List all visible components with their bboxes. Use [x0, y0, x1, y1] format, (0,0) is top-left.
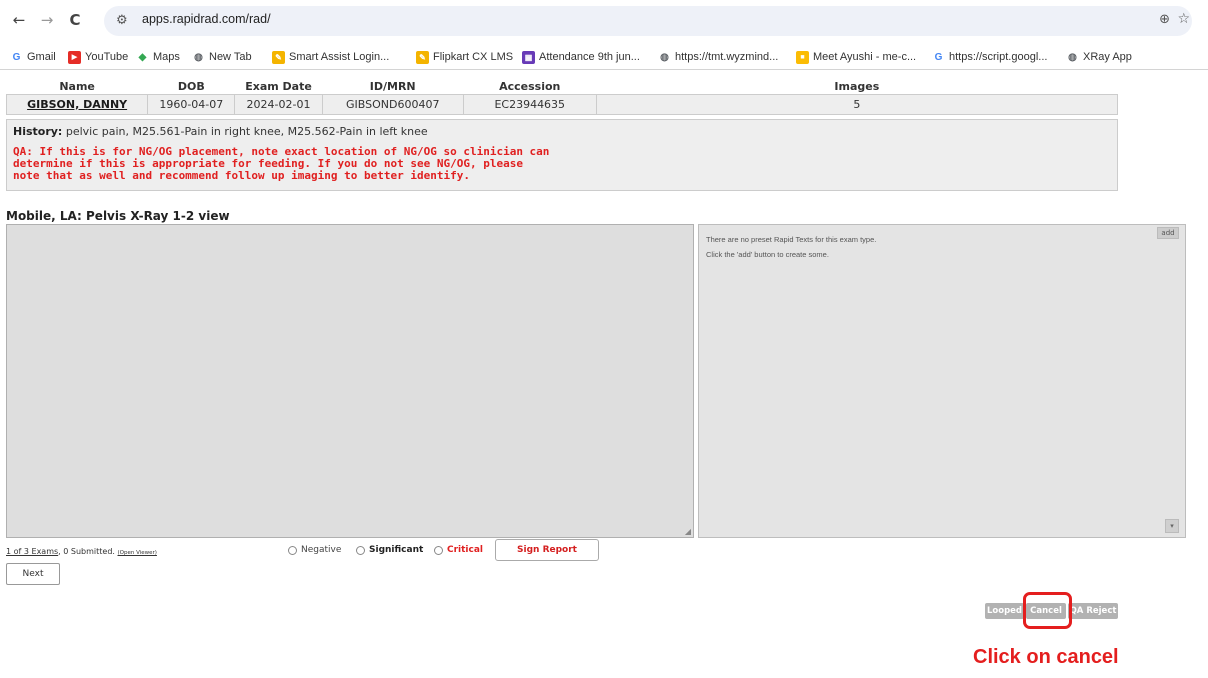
bookmark-label: YouTube — [85, 51, 129, 63]
address-bar[interactable]: ⚙ apps.rapidrad.com/rad/ ⊕ ☆ — [104, 6, 1192, 36]
pencil-icon: ✎ — [272, 50, 285, 64]
history-label: History: — [13, 125, 63, 138]
column-header: Accession — [499, 80, 561, 94]
google-icon: G — [934, 51, 943, 63]
rapid-texts-hint: Click the 'add' button to create some. — [706, 250, 829, 259]
negative-option[interactable]: Negative — [288, 545, 341, 555]
forward-icon[interactable]: → — [36, 9, 58, 31]
bookmark-label: Smart Assist Login... — [289, 51, 390, 63]
bookmark-smart-assist[interactable]: ✎ Smart Assist Login... — [272, 48, 389, 66]
bookmark-label: Gmail — [27, 51, 56, 63]
critical-radio[interactable] — [434, 545, 443, 555]
next-button[interactable]: Next — [6, 563, 60, 585]
bookmark-script[interactable]: Ghttps://script.googl... — [932, 48, 1048, 66]
rapid-texts-message: There are no preset Rapid Texts for this… — [706, 235, 877, 244]
reload-icon[interactable]: C — [64, 9, 86, 31]
column-header: Name — [59, 80, 95, 94]
bookmark-label: XRay App — [1083, 51, 1132, 63]
rapid-texts-panel: There are no preset Rapid Texts for this… — [698, 224, 1186, 538]
back-icon[interactable]: ← — [8, 9, 30, 31]
critical-option[interactable]: Critical — [434, 545, 483, 555]
looped-button[interactable]: Looped — [985, 603, 1024, 619]
exam-date: 2024-02-01 — [234, 93, 323, 115]
globe-icon: ◍ — [1068, 51, 1077, 63]
cancel-highlight-box — [1023, 592, 1072, 629]
significant-radio[interactable] — [356, 545, 365, 555]
bookmark-gmail[interactable]: G Gmail — [10, 48, 56, 66]
bookmark-label: Meet Ayushi - me-c... — [813, 51, 917, 63]
table-header-row: Name DOB Exam Date ID/MRN Accession Imag… — [7, 80, 1118, 94]
history-line: History: pelvic pain, M25.561-Pain in ri… — [13, 124, 1111, 140]
globe-icon: ◍ — [194, 51, 203, 63]
bookmark-youtube[interactable]: ▶ YouTube — [68, 48, 128, 66]
bookmark-label: New Tab — [209, 51, 252, 63]
patient-dob: 1960-04-07 — [147, 93, 236, 115]
bookmark-attendance[interactable]: ▦ Attendance 9th jun... — [522, 48, 640, 66]
bookmark-star-icon[interactable]: ☆ — [1177, 11, 1190, 27]
bookmark-meet[interactable]: ■ Meet Ayushi - me-c... — [796, 48, 916, 66]
patient-name[interactable]: GIBSON, DANNY — [5, 93, 149, 115]
youtube-icon: ▶ — [68, 50, 81, 64]
exam-count-link[interactable]: 1 of 3 Exams — [6, 547, 58, 556]
history-text: pelvic pain, M25.561-Pain in right knee,… — [65, 125, 428, 138]
table-row: GIBSON, DANNY 1960-04-07 2024-02-01 GIBS… — [5, 93, 1119, 115]
url-text[interactable]: apps.rapidrad.com/rad/ — [142, 12, 271, 26]
pencil-icon: ✎ — [416, 50, 429, 64]
bookmark-xray-app[interactable]: ◍ XRay App — [1066, 48, 1132, 66]
browser-toolbar: ← → C ⚙ apps.rapidrad.com/rad/ ⊕ ☆ — [0, 0, 1208, 44]
qa-reject-button[interactable]: QA Reject — [1068, 603, 1118, 619]
resize-grip-icon[interactable]: ◢ — [685, 527, 691, 536]
report-textarea[interactable]: ◢ — [6, 224, 694, 538]
add-rapid-text-button[interactable]: add — [1157, 227, 1179, 239]
patient-info-table: Name DOB Exam Date ID/MRN Accession Imag… — [5, 80, 1119, 115]
critical-label: Critical — [447, 545, 484, 555]
maps-icon: ◆ — [138, 51, 147, 63]
page-content: Name DOB Exam Date ID/MRN Accession Imag… — [0, 71, 1208, 678]
significant-label: Significant — [369, 545, 424, 555]
bookmark-label: Flipkart CX LMS — [433, 51, 514, 63]
exam-submitted-text: , 0 Submitted. — [58, 547, 115, 556]
sign-report-button[interactable]: Sign Report — [495, 539, 599, 561]
exam-count: 1 of 3 Exams, 0 Submitted. (Open Viewer) — [6, 547, 157, 556]
image-count: 5 — [595, 93, 1119, 115]
bookmark-label: Maps — [153, 51, 180, 63]
patient-mrn: GIBSOND600407 — [321, 93, 464, 115]
accession-number: EC23944635 — [462, 93, 597, 115]
bookmark-flipkart[interactable]: ✎ Flipkart CX LMS — [416, 48, 513, 66]
negative-radio[interactable] — [288, 545, 297, 555]
column-header: Exam Date — [245, 80, 312, 94]
annotation-text: Click on cancel — [973, 646, 1119, 668]
globe-icon: ◍ — [660, 51, 669, 63]
bookmarks-bar: G Gmail ▶ YouTube ◆ Maps ◍ New Tab ✎ Smart As… — [0, 44, 1208, 70]
column-header: Images — [834, 80, 880, 94]
scroll-down-icon[interactable]: ▾ — [1165, 519, 1179, 533]
negative-label: Negative — [301, 545, 342, 555]
bookmark-label: https://tmt.wyzmind... — [675, 51, 779, 63]
site-info-icon[interactable]: ⚙ — [116, 13, 128, 29]
bookmark-tmt[interactable]: ◍ https://tmt.wyzmind... — [658, 48, 778, 66]
bookmark-new-tab[interactable]: ◍ New Tab — [192, 48, 252, 66]
google-icon: G — [12, 51, 21, 63]
bookmark-label: https://script.googl... — [949, 51, 1048, 63]
open-viewer-link[interactable]: (Open Viewer) — [118, 550, 157, 556]
history-panel: History: pelvic pain, M25.561-Pain in ri… — [6, 119, 1118, 191]
significant-option[interactable]: Significant — [356, 545, 423, 555]
column-header: DOB — [177, 80, 205, 94]
exam-title: Mobile, LA: Pelvis X-Ray 1-2 view — [6, 209, 230, 223]
column-header: ID/MRN — [369, 80, 416, 94]
meet-icon: ■ — [796, 50, 809, 64]
bookmark-label: Attendance 9th jun... — [539, 51, 640, 63]
zoom-icon[interactable]: ⊕ — [1159, 12, 1170, 27]
qa-note: QA: If this is for NG/OG placement, note… — [13, 145, 550, 182]
bookmark-maps[interactable]: ◆ Maps — [136, 48, 180, 66]
sheet-icon: ▦ — [522, 50, 535, 64]
